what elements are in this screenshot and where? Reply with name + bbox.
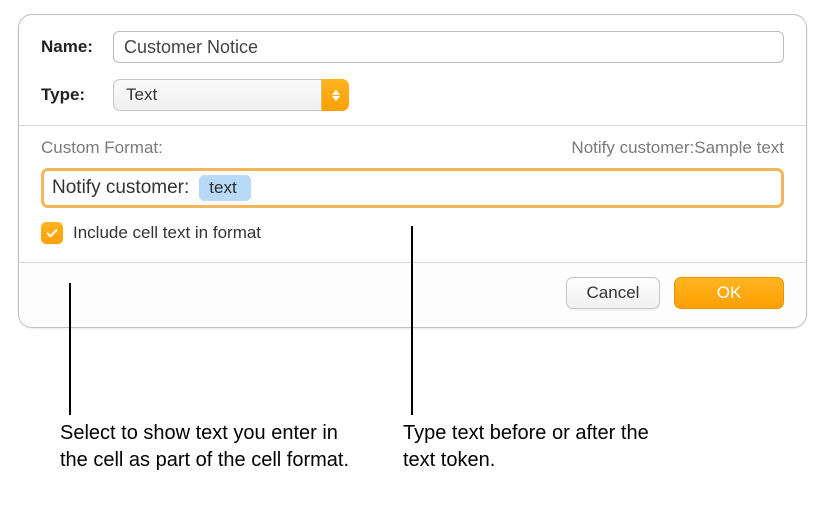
include-cell-text-label: Include cell text in format — [73, 223, 261, 243]
custom-format-heading: Custom Format: — [41, 138, 163, 158]
format-prefix-text: Notify customer: — [52, 177, 189, 199]
callout-leader-left — [69, 283, 71, 415]
custom-format-preview: Notify customer:Sample text — [571, 138, 784, 158]
type-select-value: Text — [126, 85, 157, 105]
custom-format-field[interactable]: Notify customer: text — [41, 168, 784, 208]
callout-right: Type text before or after the text token… — [403, 420, 663, 474]
checkmark-icon — [45, 226, 59, 240]
callout-leader-right — [411, 226, 413, 415]
ok-button[interactable]: OK — [674, 277, 784, 309]
type-label: Type: — [41, 85, 113, 105]
dialog-top-section: Name: Type: Text — [19, 15, 806, 126]
chevron-up-icon — [332, 90, 340, 95]
type-select[interactable]: Text — [113, 79, 349, 111]
text-token-label: text — [209, 178, 236, 198]
callout-left: Select to show text you enter in the cel… — [60, 420, 360, 474]
type-select-stepper[interactable] — [321, 79, 349, 111]
cancel-button[interactable]: Cancel — [566, 277, 660, 309]
name-input[interactable] — [113, 31, 784, 63]
include-cell-text-checkbox[interactable] — [41, 222, 63, 244]
chevron-down-icon — [332, 96, 340, 101]
text-token[interactable]: text — [199, 175, 250, 201]
name-label: Name: — [41, 37, 113, 57]
